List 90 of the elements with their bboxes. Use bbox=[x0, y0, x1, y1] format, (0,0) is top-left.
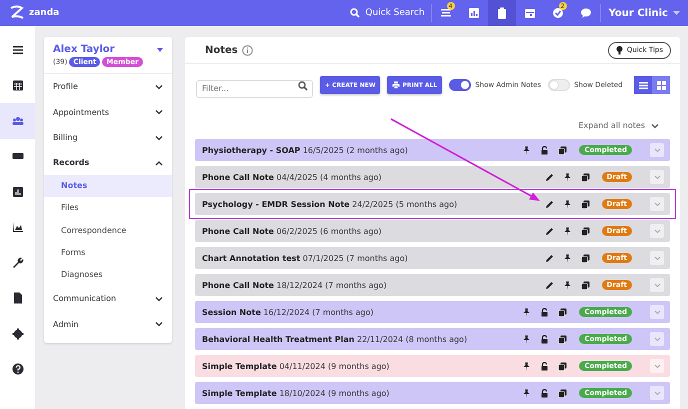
submenu-item[interactable]: Diagnoses bbox=[44, 264, 172, 286]
unlock-icon[interactable] bbox=[540, 388, 550, 398]
note-title: Behavioral Health Treatment Plan 22/11/2024 (8 months ago) bbox=[202, 334, 468, 344]
copy-icon[interactable] bbox=[580, 280, 590, 290]
pencil-icon[interactable] bbox=[544, 200, 554, 208]
copy-icon[interactable] bbox=[580, 226, 590, 236]
pencil-icon[interactable] bbox=[544, 172, 554, 182]
menu-item[interactable]: Profile bbox=[44, 74, 172, 100]
note-title: Session Note 16/12/2024 (7 months ago) bbox=[202, 308, 374, 316]
submenu-item[interactable]: Notes bbox=[44, 174, 172, 197]
chevron-icon bbox=[654, 202, 660, 206]
copy-icon[interactable] bbox=[580, 200, 590, 208]
account-menu[interactable]: Your Clinic bbox=[600, 8, 688, 18]
chevron-icon bbox=[654, 228, 660, 234]
menu-item[interactable]: Communication bbox=[44, 286, 172, 312]
chevron-icon bbox=[651, 122, 659, 128]
chevron-icon bbox=[654, 310, 660, 314]
search-icon bbox=[298, 81, 308, 91]
chevron-icon bbox=[654, 390, 660, 396]
page-title: Notes bbox=[205, 44, 238, 56]
chevron-icon bbox=[654, 148, 660, 152]
client-name[interactable]: Alex Taylor bbox=[53, 44, 115, 55]
menu-item[interactable]: Admin bbox=[44, 311, 172, 337]
pin-icon[interactable] bbox=[522, 362, 532, 370]
menu-item[interactable]: Appointments bbox=[44, 100, 172, 125]
clipboard-icon bbox=[496, 7, 508, 19]
note-title: Phone Call Note 06/2/2025 (6 months ago) bbox=[202, 226, 382, 236]
filter-field[interactable]: Filter... bbox=[196, 80, 313, 98]
note-title: Phone Call Note 18/12/2024 (7 months ago) bbox=[202, 280, 388, 290]
pin-icon[interactable] bbox=[562, 226, 572, 236]
caret-icon[interactable] bbox=[157, 48, 163, 52]
lightbulb-icon bbox=[616, 46, 623, 54]
chart-icon bbox=[468, 7, 480, 19]
note-title: Simple Template 18/10/2024 (9 months ago) bbox=[202, 388, 390, 398]
copy-icon[interactable] bbox=[580, 172, 590, 182]
list-view-button[interactable] bbox=[634, 76, 652, 94]
note-title: Phone Call Note 04/4/2025 (4 months ago) bbox=[202, 172, 382, 182]
grid-icon bbox=[656, 80, 666, 90]
pin-icon[interactable] bbox=[562, 254, 572, 262]
toolbar-button[interactable] bbox=[488, 0, 516, 26]
toggle-switch[interactable] bbox=[449, 79, 472, 91]
copy-icon[interactable] bbox=[558, 308, 568, 316]
copy-icon[interactable] bbox=[558, 146, 568, 154]
note-title: Chart Annotation test 07/1/2025 (7 months ago) bbox=[202, 254, 409, 262]
pin-icon[interactable] bbox=[562, 280, 572, 290]
pin-icon[interactable] bbox=[522, 334, 532, 344]
copy-icon[interactable] bbox=[558, 362, 568, 370]
copy-icon[interactable] bbox=[558, 334, 568, 344]
chevron-icon bbox=[654, 336, 660, 342]
pin-icon[interactable] bbox=[562, 200, 572, 208]
chevron-icon bbox=[654, 282, 660, 288]
pin-icon[interactable] bbox=[522, 146, 532, 154]
search-icon bbox=[350, 8, 360, 18]
list-icon bbox=[440, 7, 452, 19]
grid-view-button[interactable] bbox=[652, 76, 670, 94]
chevron-icon bbox=[654, 174, 660, 180]
calendar-icon bbox=[524, 7, 536, 19]
pencil-icon[interactable] bbox=[544, 280, 554, 290]
note-title: Simple Template 04/11/2024 (9 months ago) bbox=[202, 362, 390, 370]
quick-search-button[interactable]: Quick Search bbox=[344, 8, 431, 18]
unlock-icon[interactable] bbox=[540, 146, 550, 154]
expand-all-button[interactable]: Expand all notes bbox=[578, 121, 659, 130]
logo-text: zanda bbox=[29, 8, 60, 18]
submenu-item[interactable]: Forms bbox=[44, 241, 172, 264]
chevron-icon bbox=[654, 256, 660, 260]
chat-icon bbox=[580, 7, 592, 19]
note-title: Psychology - EMDR Session Note 24/2/2025 (5 months ago) bbox=[202, 200, 458, 208]
logo-icon bbox=[8, 5, 26, 21]
pencil-icon[interactable] bbox=[544, 226, 554, 236]
pencil-icon[interactable] bbox=[544, 254, 554, 262]
unlock-icon[interactable] bbox=[540, 308, 550, 316]
copy-icon[interactable] bbox=[558, 388, 568, 398]
info-icon[interactable] bbox=[242, 44, 253, 56]
submenu-item[interactable]: Correspondence bbox=[44, 219, 172, 242]
pin-icon[interactable] bbox=[562, 172, 572, 182]
menu-item[interactable]: Records bbox=[44, 150, 172, 174]
unlock-icon[interactable] bbox=[540, 362, 550, 370]
list-icon bbox=[638, 80, 648, 90]
pin-icon[interactable] bbox=[522, 388, 532, 398]
caret-icon bbox=[673, 11, 680, 15]
menu-item[interactable]: Billing bbox=[44, 125, 172, 150]
copy-icon[interactable] bbox=[580, 254, 590, 262]
unlock-icon[interactable] bbox=[540, 334, 550, 344]
printer-icon bbox=[392, 81, 400, 89]
check-icon bbox=[552, 7, 564, 19]
chevron-icon bbox=[654, 364, 660, 368]
people-icon[interactable] bbox=[0, 103, 35, 138]
note-title: Physiotherapy - SOAP 16/5/2025 (2 months ago) bbox=[202, 146, 409, 154]
pin-icon[interactable] bbox=[522, 308, 532, 316]
submenu-item[interactable]: Files bbox=[44, 196, 172, 220]
